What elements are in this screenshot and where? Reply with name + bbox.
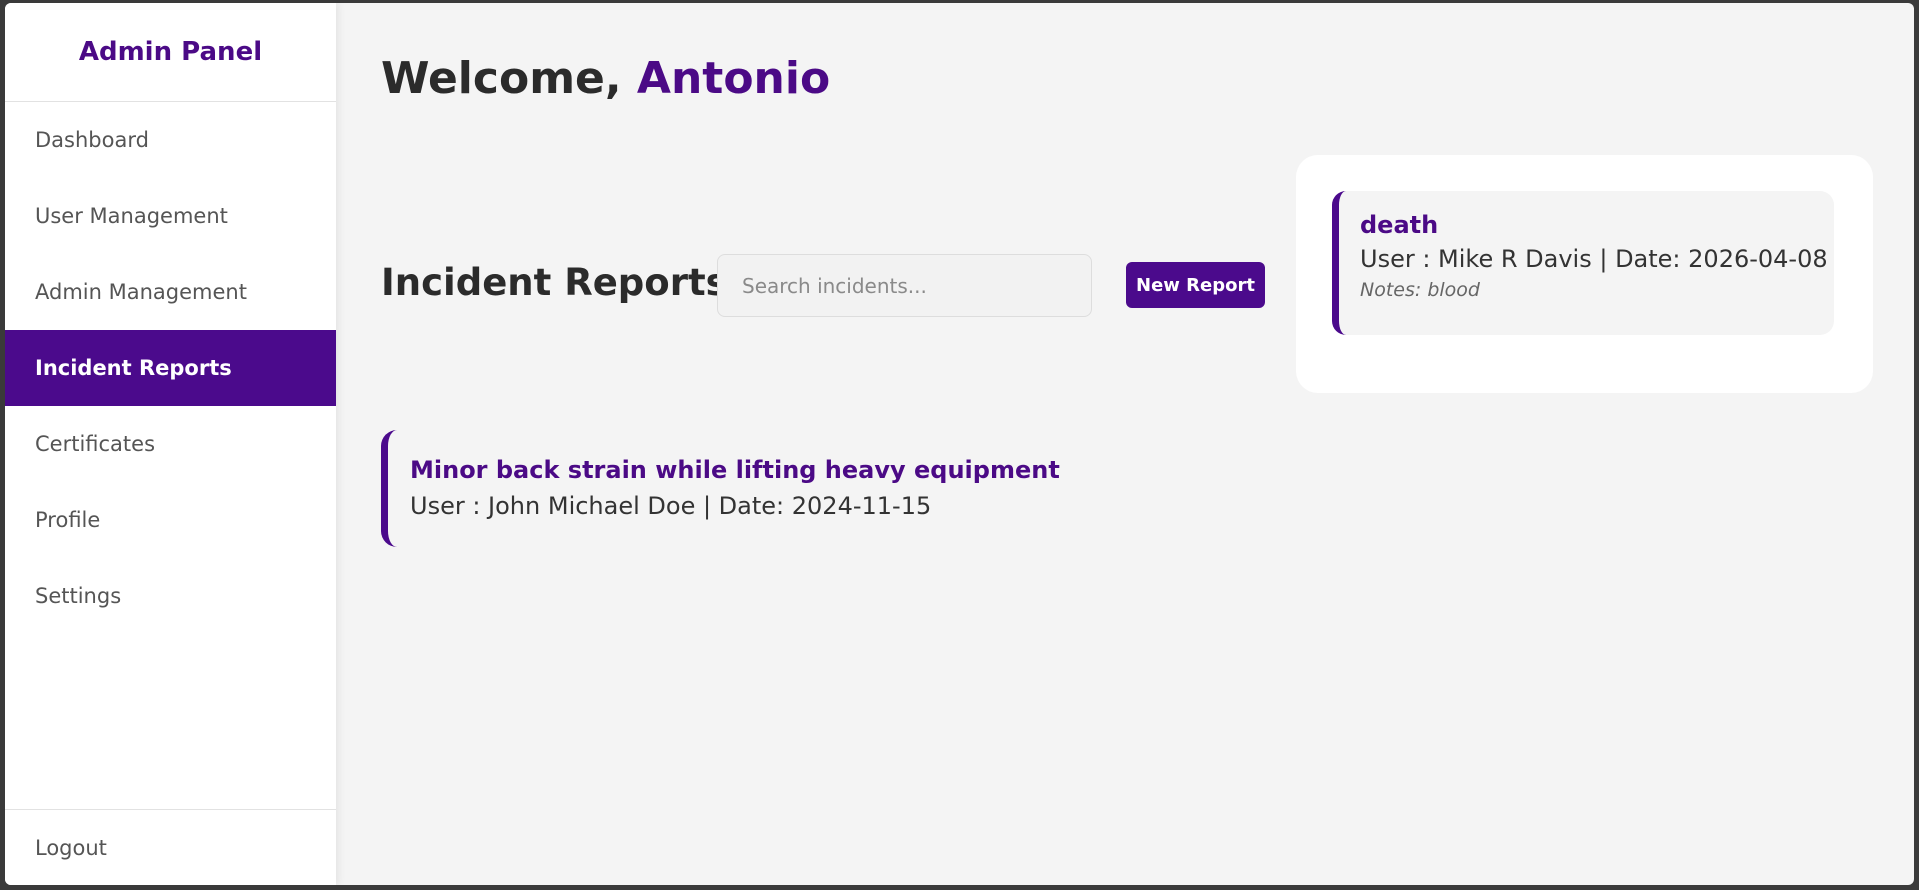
brand-title: Admin Panel — [5, 3, 336, 102]
incident-title: Minor back strain while lifting heavy eq… — [410, 456, 1060, 484]
sidebar-item-settings[interactable]: Settings — [5, 558, 336, 634]
new-report-button[interactable]: New Report — [1126, 262, 1265, 308]
sidebar: Admin Panel Dashboard User Management Ad… — [5, 3, 336, 885]
sidebar-item-certificates[interactable]: Certificates — [5, 406, 336, 482]
page-title: Welcome, Antonio — [381, 53, 830, 104]
search-input[interactable] — [717, 254, 1092, 317]
sidebar-item-dashboard[interactable]: Dashboard — [5, 102, 336, 178]
report-meta: User : Mike R Davis | Date: 2026-04-08 — [1360, 245, 1828, 273]
sidebar-item-user-management[interactable]: User Management — [5, 178, 336, 254]
section-title: Incident Reports — [381, 261, 728, 304]
main-content: Welcome, Antonio Incident Reports New Re… — [336, 3, 1914, 885]
incident-list-item[interactable]: Minor back strain while lifting heavy eq… — [381, 430, 1101, 547]
sidebar-item-admin-management[interactable]: Admin Management — [5, 254, 336, 330]
app-window: Admin Panel Dashboard User Management Ad… — [5, 3, 1914, 885]
highlighted-report-card: death User : Mike R Davis | Date: 2026-0… — [1296, 155, 1873, 393]
sidebar-item-incident-reports[interactable]: Incident Reports — [5, 330, 336, 406]
incident-meta: User : John Michael Doe | Date: 2024-11-… — [410, 492, 932, 520]
report-notes: Notes: blood — [1360, 279, 1480, 301]
sidebar-nav: Dashboard User Management Admin Manageme… — [5, 102, 336, 634]
report-item[interactable]: death User : Mike R Davis | Date: 2026-0… — [1332, 191, 1834, 335]
logout-button[interactable]: Logout — [5, 809, 336, 885]
welcome-text: Welcome, — [381, 53, 637, 104]
sidebar-item-profile[interactable]: Profile — [5, 482, 336, 558]
user-name: Antonio — [636, 53, 831, 104]
report-title: death — [1360, 211, 1439, 239]
